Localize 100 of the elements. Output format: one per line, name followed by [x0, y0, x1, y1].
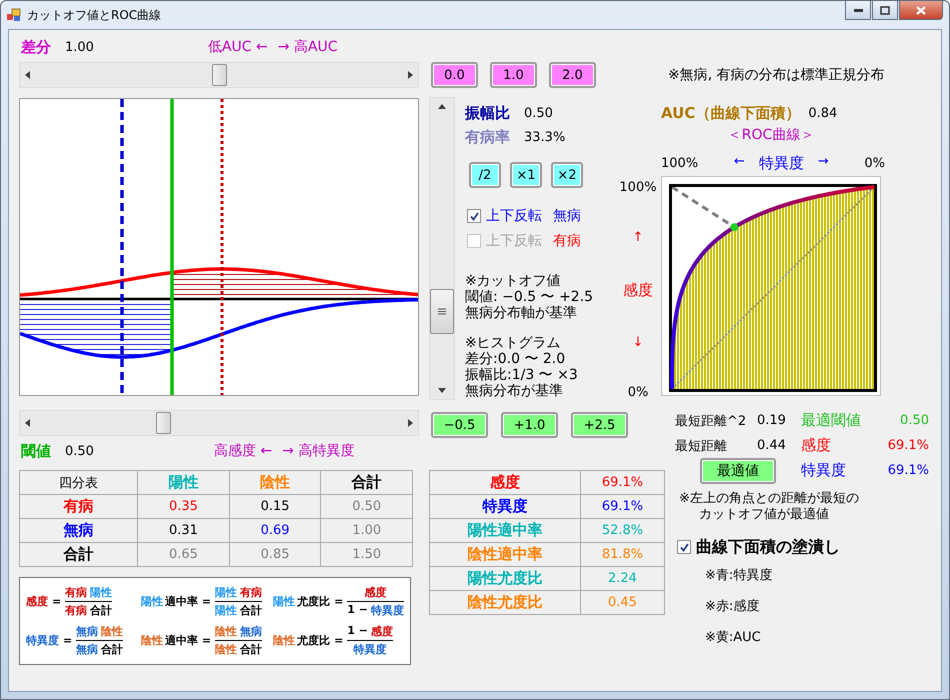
formula-term: 陽性 [215, 603, 238, 618]
preset-button[interactable]: +1.0 [501, 412, 558, 438]
down-arrow-icon[interactable] [438, 388, 446, 393]
maximize-button[interactable] [872, 1, 898, 20]
slider-track[interactable] [429, 97, 455, 400]
window-title: カットオフ値とROC曲線 [27, 6, 162, 24]
axis-title: 感度 [623, 280, 653, 300]
table-cell: 69.1% [580, 494, 664, 518]
formula-term: 特異度 [370, 603, 404, 618]
formula-term: 無病 [76, 642, 98, 657]
field-label: 感度 [801, 436, 832, 455]
slider-thumb[interactable] [430, 289, 454, 334]
slider-thumb[interactable] [212, 64, 226, 86]
preset-button[interactable]: 2.0 [549, 62, 596, 88]
table-cell: 2.24 [580, 566, 664, 590]
hint-text: → 高特異度 [282, 442, 354, 460]
formula-term: 有病 [240, 585, 262, 600]
formula-term: 陽性 [215, 585, 238, 600]
preset-button[interactable]: +2.5 [571, 412, 628, 438]
note-line: ※ヒストグラム [465, 335, 562, 351]
row-header: 陽性尤度比 [430, 566, 580, 590]
slider-thumb[interactable] [156, 412, 171, 434]
field-value: 1.00 [65, 40, 94, 54]
field-label: 特異度 [801, 461, 847, 480]
row-header: 陰性尤度比 [430, 590, 580, 614]
right-arrow-icon[interactable] [408, 71, 413, 79]
axis-label: 100% [619, 180, 657, 195]
axis-label: 0% [864, 156, 885, 170]
formula-term: 無病 [240, 624, 262, 639]
note-line: 無病分布軸が基準 [465, 305, 578, 321]
field-label: 振幅比 [465, 104, 510, 122]
close-icon [916, 6, 926, 14]
table-cell: 0.15 [229, 494, 321, 518]
table-cell: 69.1% [580, 470, 664, 494]
checkbox-label: 上下反転 [486, 207, 542, 225]
close-button[interactable] [899, 1, 943, 20]
scale-button[interactable]: /2 [469, 162, 501, 188]
formula-term: 陰性 [215, 642, 238, 657]
formula-term: 陽性 [90, 585, 112, 600]
row-header: 特異度 [430, 494, 580, 518]
table-cell: 1.50 [320, 542, 412, 566]
group-label: 有病 [553, 232, 581, 250]
axis-label: 0% [628, 385, 648, 400]
checkbox[interactable] [467, 209, 481, 223]
preset-button[interactable]: −0.5 [431, 412, 488, 438]
field-label: 有病率 [465, 128, 510, 146]
field-value: 69.1% [886, 438, 929, 453]
formula-term: 陰性 [215, 624, 238, 639]
chart-title: ＜ROC曲線＞ [726, 126, 816, 145]
grip-icon [438, 308, 446, 316]
column-header: 四分表 [20, 470, 138, 494]
table-cell: 52.8% [580, 518, 664, 542]
checkbox[interactable] [677, 540, 691, 554]
optimum-button[interactable]: 最適値 [700, 458, 776, 484]
equals-sign: = [202, 595, 212, 608]
up-arrow-icon[interactable] [438, 104, 446, 109]
slider-track[interactable] [19, 62, 419, 88]
table-cell: 0.31 [138, 518, 230, 542]
equals-sign: = [334, 595, 344, 608]
formula-term: 合計 [240, 642, 262, 657]
field-value: 0.50 [65, 444, 94, 458]
preset-button[interactable]: 1.0 [490, 62, 537, 88]
note-line: カットオフ値が最適値 [698, 507, 830, 523]
table-cell: 1.00 [320, 518, 412, 542]
optimal-point [730, 223, 738, 232]
scale-button[interactable]: ×1 [510, 162, 542, 188]
formula-term: 陽性 [273, 594, 296, 609]
check-icon [470, 212, 478, 220]
note-line: ※カットオフ値 [465, 273, 562, 289]
formula-term: 合計 [90, 603, 112, 618]
app-icon [7, 8, 21, 22]
formula-term: 特異度 [354, 642, 387, 657]
axis-arrow: → [818, 154, 829, 170]
left-arrow-icon[interactable] [25, 419, 30, 427]
formula-term: 特異度 [26, 633, 59, 648]
group-label: 無病 [553, 207, 581, 225]
axis-arrow: ↓ [632, 334, 644, 350]
row-header: 有病 [20, 494, 138, 518]
field-label: 差分 [21, 38, 51, 56]
scale-button[interactable]: ×2 [551, 162, 583, 188]
column-header: 陰性 [229, 470, 321, 494]
formula-term: 感度 [26, 594, 48, 609]
formula-term: 無病 [76, 624, 98, 639]
row-header: 無病 [20, 518, 138, 542]
minimize-button[interactable] [845, 1, 871, 20]
formula-term: 尤度比 [297, 633, 330, 648]
field-value: 0.50 [899, 413, 929, 428]
table-cell: 0.50 [320, 494, 412, 518]
slider-track[interactable] [19, 410, 419, 436]
formula-term: 感度 [364, 585, 387, 600]
formula-term: 1 − [347, 624, 368, 639]
preset-button[interactable]: 0.0 [431, 62, 478, 88]
left-arrow-icon[interactable] [25, 71, 30, 79]
row-header: 合計 [20, 542, 138, 566]
minimize-icon [854, 8, 862, 12]
table-cell: 0.69 [229, 518, 321, 542]
note-line: ※左上の角点との距離が最短の [678, 491, 860, 507]
equals-sign: = [202, 634, 212, 647]
formula-term: 有病 [65, 585, 88, 600]
right-arrow-icon[interactable] [408, 419, 413, 427]
